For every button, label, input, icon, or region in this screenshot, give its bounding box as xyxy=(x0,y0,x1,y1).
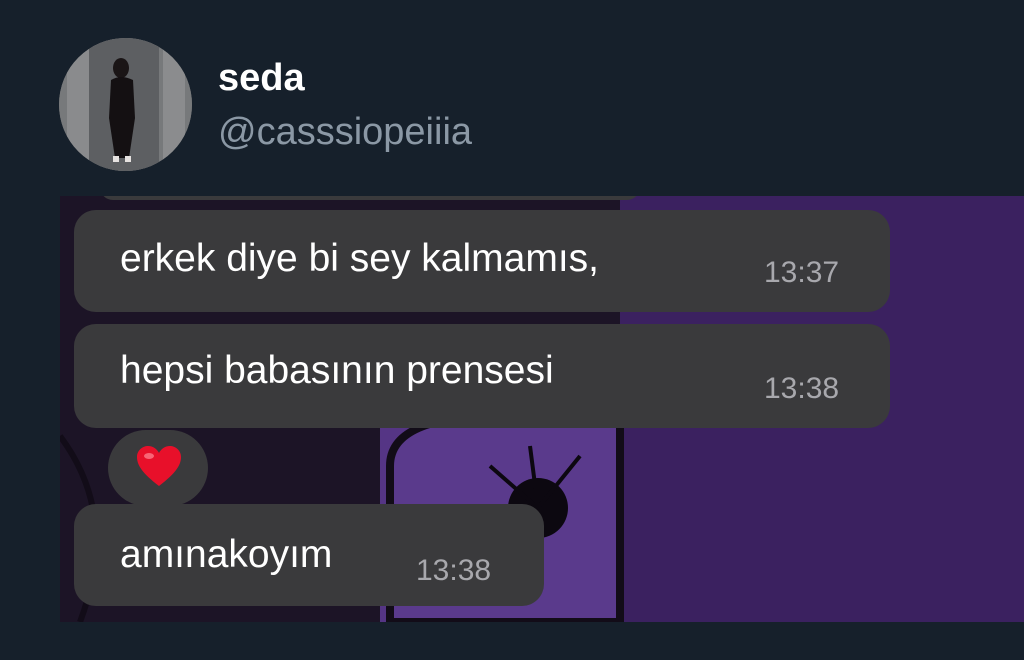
message-time: 13:38 xyxy=(416,554,492,587)
message-bubble-partial xyxy=(100,196,640,200)
tweet-screenshot: seda @casssiopeiiia erkek diye bi sey ka… xyxy=(0,0,1024,660)
heart-icon xyxy=(137,446,181,486)
message-text: hepsi babasının prensesi xyxy=(120,349,554,392)
user-handle[interactable]: @casssiopeiiia xyxy=(218,110,472,154)
avatar[interactable] xyxy=(59,38,192,171)
display-name[interactable]: seda xyxy=(218,56,305,100)
message-time: 13:38 xyxy=(764,372,840,405)
message-bubble[interactable]: erkek diye bi sey kalmamıs, 13:37 xyxy=(74,210,890,312)
chat-screenshot: erkek diye bi sey kalmamıs, 13:37 hepsi … xyxy=(60,196,1024,622)
message-time: 13:37 xyxy=(764,256,840,289)
message-text: amınakoyım xyxy=(120,533,333,576)
reaction-badge[interactable] xyxy=(108,430,208,506)
message-text: erkek diye bi sey kalmamıs, xyxy=(120,237,599,280)
message-bubble[interactable]: hepsi babasının prensesi 13:38 xyxy=(74,324,890,428)
avatar-photo xyxy=(59,38,192,171)
message-bubble[interactable]: amınakoyım 13:38 xyxy=(74,504,544,606)
